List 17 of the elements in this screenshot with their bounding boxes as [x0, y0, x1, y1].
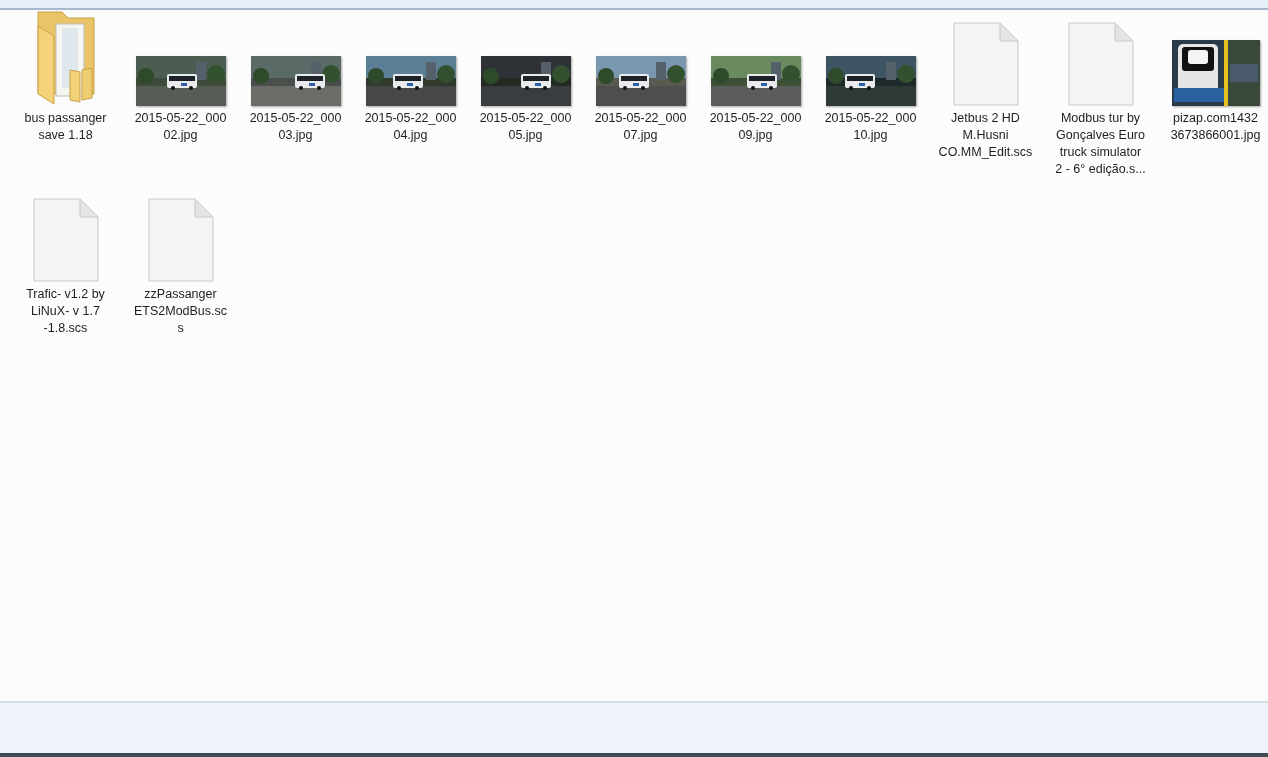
file-name[interactable]: 2015-05-22_000 02.jpg: [134, 110, 227, 144]
file-name[interactable]: 2015-05-22_000 04.jpg: [364, 110, 457, 144]
file-name[interactable]: zzPassanger ETS2ModBus.sc s: [133, 286, 228, 337]
file-name[interactable]: Modbus tur by Gonçalves Euro truck simulator 2 - 6° edição.s...: [1055, 110, 1146, 178]
file-icon: [952, 22, 1019, 106]
file-name[interactable]: 2015-05-22_000 09.jpg: [709, 110, 802, 144]
file-name[interactable]: 2015-05-22_000 07.jpg: [594, 110, 687, 144]
file-name[interactable]: Jetbus 2 HD M.Husni CO.MM_Edit.scs: [938, 110, 1033, 161]
file-icon: [1067, 22, 1134, 106]
file-name[interactable]: bus passanger save 1.18: [24, 110, 107, 144]
file-icon: [147, 198, 214, 282]
file-name[interactable]: 2015-05-22_000 05.jpg: [479, 110, 572, 144]
file-icon: [32, 198, 99, 282]
file-name[interactable]: pizap.com1432 3673866001.jpg: [1170, 110, 1261, 144]
file-name[interactable]: Trafic- v1.2 by LiNuX- v 1.7 -1.8.scs: [26, 286, 105, 337]
file-name[interactable]: 2015-05-22_000 03.jpg: [249, 110, 342, 144]
file-name[interactable]: 2015-05-22_000 10.jpg: [824, 110, 917, 144]
